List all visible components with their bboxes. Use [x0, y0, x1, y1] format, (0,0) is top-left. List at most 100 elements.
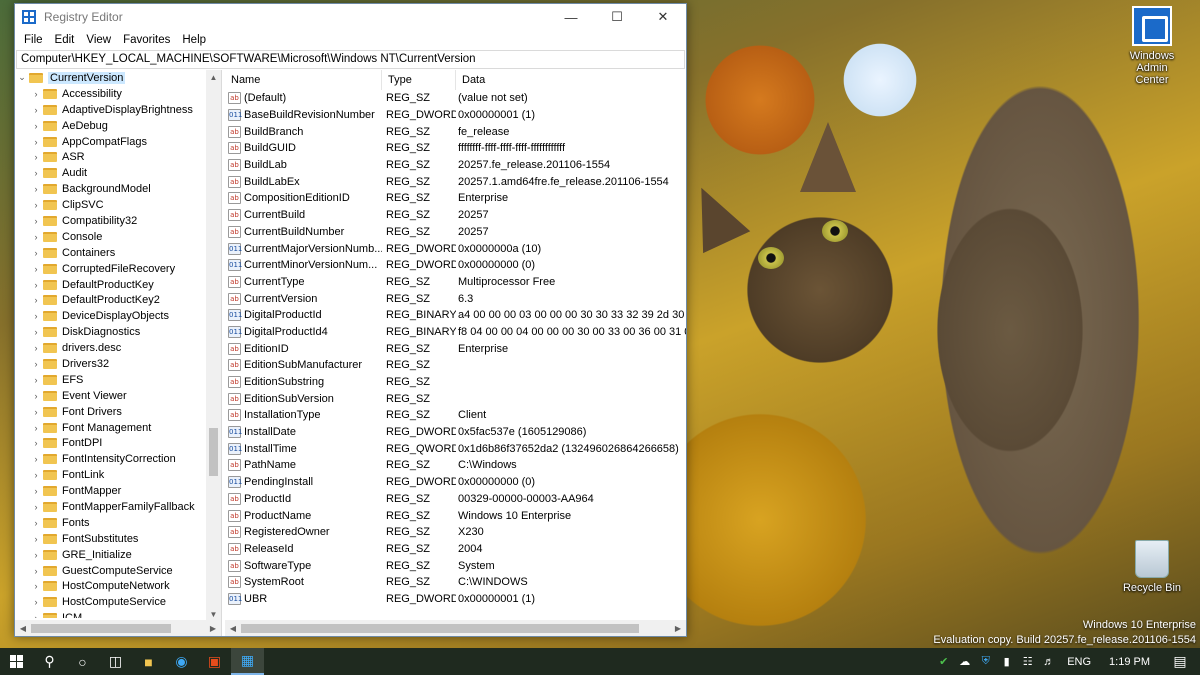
chevron-right-icon[interactable]: › — [29, 597, 43, 607]
value-row[interactable]: 011 BaseBuildRevisionNumber REG_DWORD 0x000… — [225, 107, 686, 124]
tree-item[interactable]: › EFS — [15, 372, 205, 388]
defender-shield-icon[interactable]: ⛨ — [975, 655, 996, 668]
value-row[interactable]: ab BuildLabEx REG_SZ 20257.1.amd64fre.fe_re… — [225, 173, 686, 190]
value-row[interactable]: ab EditionSubVersion REG_SZ — [225, 390, 686, 407]
chevron-right-icon[interactable]: › — [29, 168, 43, 178]
column-data[interactable]: Data — [456, 70, 686, 90]
chevron-right-icon[interactable]: › — [29, 89, 43, 99]
tree-item[interactable]: › Compatibility32 — [15, 213, 205, 229]
value-row[interactable]: 011 DigitalProductId4 REG_BINARY f8 04 00 0… — [225, 324, 686, 341]
chevron-right-icon[interactable]: › — [29, 184, 43, 194]
tree-item[interactable]: › ASR — [15, 149, 205, 165]
taskbar-edge[interactable]: ◉ — [165, 648, 198, 675]
value-row[interactable]: 011 CurrentMajorVersionNumb... REG_DWORD 0x… — [225, 240, 686, 257]
value-row[interactable]: 011 InstallTime REG_QWORD 0x1d6b86f37652da2… — [225, 440, 686, 457]
tree-item[interactable]: › BackgroundModel — [15, 181, 205, 197]
chevron-right-icon[interactable]: › — [29, 327, 43, 337]
chevron-right-icon[interactable]: › — [29, 295, 43, 305]
tree-item[interactable]: › FontMapperFamilyFallback — [15, 499, 205, 515]
chevron-right-icon[interactable]: › — [29, 375, 43, 385]
value-row[interactable]: ab SystemRoot REG_SZ C:\WINDOWS — [225, 574, 686, 591]
tree-item[interactable]: › Fonts — [15, 515, 205, 531]
chevron-right-icon[interactable]: › — [29, 470, 43, 480]
value-row[interactable]: ab CurrentBuild REG_SZ 20257 — [225, 207, 686, 224]
value-row[interactable]: ab ProductId REG_SZ 00329-00000-00003-AA964 — [225, 491, 686, 508]
chevron-right-icon[interactable]: › — [29, 438, 43, 448]
chevron-right-icon[interactable]: › — [29, 486, 43, 496]
chevron-right-icon[interactable]: › — [29, 343, 43, 353]
taskbar-office[interactable]: ▣ — [198, 648, 231, 675]
scroll-up-icon[interactable]: ▲ — [206, 70, 221, 85]
tree-item[interactable]: › FontIntensityCorrection — [15, 451, 205, 467]
chevron-right-icon[interactable]: › — [29, 566, 43, 576]
address-bar[interactable]: Computer\HKEY_LOCAL_MACHINE\SOFTWARE\Mic… — [16, 50, 685, 69]
notifications-icon[interactable]: ▤ — [1160, 653, 1200, 670]
scroll-right-icon[interactable]: ▶ — [205, 624, 221, 633]
tree-item[interactable]: › FontSubstitutes — [15, 531, 205, 547]
task-view-button[interactable]: ◫ — [99, 648, 132, 675]
column-name[interactable]: Name — [225, 70, 382, 90]
menu-file[interactable]: File — [18, 34, 49, 46]
value-row[interactable]: ab ProductName REG_SZ Windows 10 Enterprise — [225, 507, 686, 524]
chevron-right-icon[interactable]: › — [29, 359, 43, 369]
tree-item[interactable]: › ClipSVC — [15, 197, 205, 213]
onedrive-icon[interactable]: ☁ — [954, 655, 975, 668]
tree-item[interactable]: › Console — [15, 229, 205, 245]
clock[interactable]: 1:19 PM — [1099, 656, 1160, 668]
value-row[interactable]: ab SoftwareType REG_SZ System — [225, 557, 686, 574]
chevron-right-icon[interactable]: › — [29, 248, 43, 258]
value-row[interactable]: ab PathName REG_SZ C:\Windows — [225, 457, 686, 474]
desktop-icon-windows-admin-center[interactable]: Windows Admin Center — [1122, 6, 1182, 86]
menu-edit[interactable]: Edit — [49, 34, 81, 46]
tree-item[interactable]: › HostComputeNetwork — [15, 579, 205, 595]
tree-item[interactable]: › Drivers32 — [15, 356, 205, 372]
tree-item[interactable]: › DiskDiagnostics — [15, 324, 205, 340]
chevron-right-icon[interactable]: › — [29, 423, 43, 433]
chevron-right-icon[interactable]: › — [29, 121, 43, 131]
tree-item[interactable]: › CorruptedFileRecovery — [15, 261, 205, 277]
value-row[interactable]: ab EditionSubManufacturer REG_SZ — [225, 357, 686, 374]
scroll-right-icon[interactable]: ▶ — [670, 624, 686, 633]
tree-item[interactable]: › Accessibility — [15, 86, 205, 102]
taskbar-file-explorer[interactable]: ■ — [132, 648, 165, 675]
title-bar[interactable]: Registry Editor — ☐ ✕ — [15, 4, 686, 30]
tree-vertical-scrollbar[interactable]: ▲ ▼ — [206, 70, 221, 622]
chevron-right-icon[interactable]: › — [29, 152, 43, 162]
scroll-thumb[interactable] — [209, 428, 218, 476]
desktop-icon-recycle-bin[interactable]: Recycle Bin — [1122, 540, 1182, 594]
tree-item[interactable]: › Font Management — [15, 420, 205, 436]
value-row[interactable]: ab CurrentBuildNumber REG_SZ 20257 — [225, 224, 686, 241]
value-row[interactable]: ab EditionSubstring REG_SZ — [225, 374, 686, 391]
value-row[interactable]: 011 UBR REG_DWORD 0x00000001 (1) — [225, 591, 686, 608]
value-row[interactable]: ab BuildGUID REG_SZ ffffffff-ffff-ffff-ffff… — [225, 140, 686, 157]
tree-item[interactable]: › Event Viewer — [15, 388, 205, 404]
chevron-right-icon[interactable]: › — [29, 264, 43, 274]
chevron-right-icon[interactable]: › — [29, 454, 43, 464]
value-row[interactable]: ab (Default) REG_SZ (value not set) — [225, 90, 686, 107]
cortana-button[interactable]: ○ — [66, 648, 99, 675]
tree-item[interactable]: › ICM — [15, 610, 205, 618]
value-row[interactable]: ab CompositionEditionID REG_SZ Enterprise — [225, 190, 686, 207]
tree-item-current-version[interactable]: ⌄ CurrentVersion — [15, 70, 205, 86]
chevron-right-icon[interactable]: › — [29, 391, 43, 401]
chevron-right-icon[interactable]: › — [29, 105, 43, 115]
input-language[interactable]: ENG — [1059, 656, 1099, 668]
security-check-icon[interactable]: ✔ — [933, 655, 954, 668]
value-row[interactable]: 011 PendingInstall REG_DWORD 0x00000000 (0) — [225, 474, 686, 491]
volume-icon[interactable]: ♬ — [1038, 656, 1059, 668]
value-row[interactable]: 011 CurrentMinorVersionNum... REG_DWORD 0x0… — [225, 257, 686, 274]
tree-item[interactable]: › AppCompatFlags — [15, 134, 205, 150]
wifi-icon[interactable]: ☷ — [1017, 655, 1038, 668]
chevron-right-icon[interactable]: › — [29, 581, 43, 591]
close-button[interactable]: ✕ — [640, 4, 686, 30]
tree-item[interactable]: › GRE_Initialize — [15, 547, 205, 563]
tree-item[interactable]: › Font Drivers — [15, 404, 205, 420]
menu-view[interactable]: View — [80, 34, 117, 46]
tree-item[interactable]: › GuestComputeService — [15, 563, 205, 579]
value-row[interactable]: ab BuildBranch REG_SZ fe_release — [225, 123, 686, 140]
chevron-right-icon[interactable]: › — [29, 613, 43, 618]
scroll-left-icon[interactable]: ◀ — [225, 624, 241, 633]
chevron-right-icon[interactable]: › — [29, 311, 43, 321]
tree-item[interactable]: › FontMapper — [15, 483, 205, 499]
tree-item[interactable]: › FontLink — [15, 467, 205, 483]
